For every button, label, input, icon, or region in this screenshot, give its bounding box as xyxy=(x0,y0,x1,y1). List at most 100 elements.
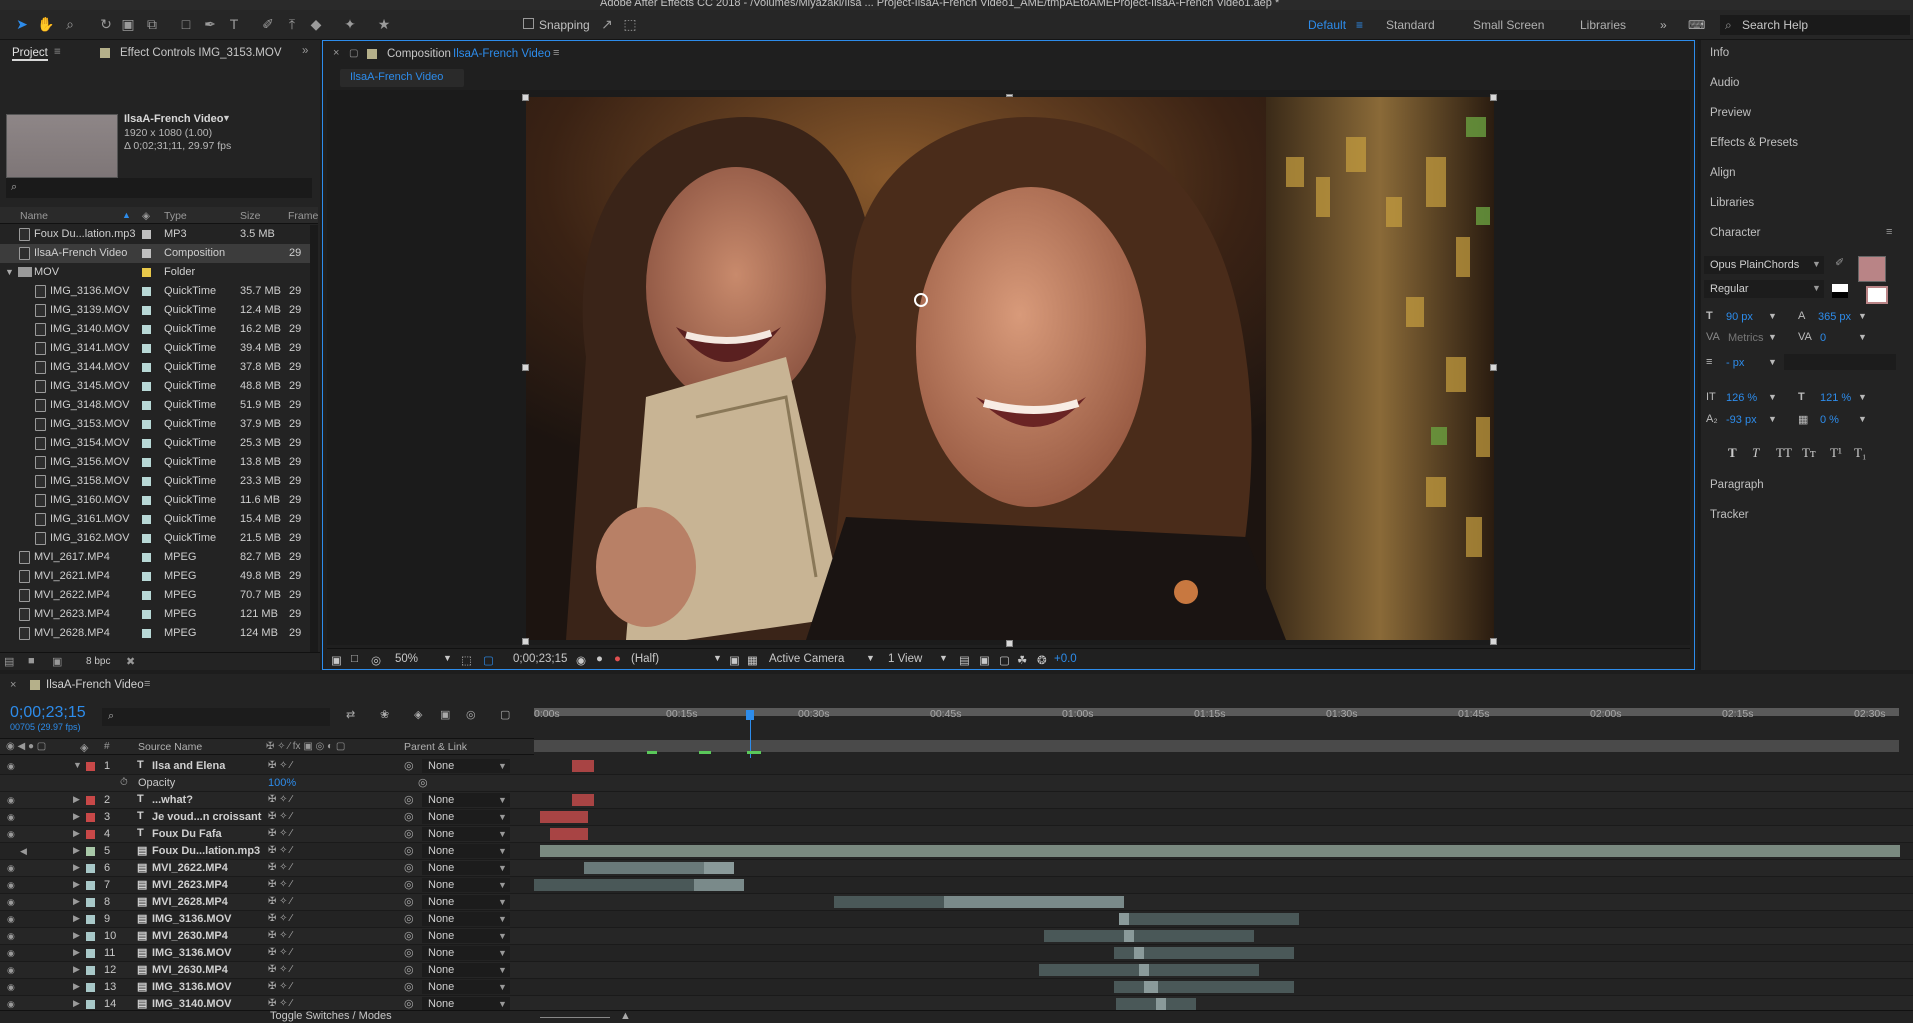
layer-row[interactable]: ◉ ▶ 8 ▤ MVI_2628.MP4 ✠ ✧ ∕ ◎ None ▼ xyxy=(0,894,1913,911)
video-frame[interactable] xyxy=(526,97,1494,640)
col-name[interactable]: Name xyxy=(20,210,48,222)
flowchart-icon[interactable]: ▣ xyxy=(979,653,990,667)
layer-source-name[interactable]: MVI_2623.MP4 xyxy=(152,879,228,891)
layer-switches[interactable]: ✠ ✧ ∕ xyxy=(268,998,292,1009)
layer-duration-bar[interactable] xyxy=(1114,981,1144,993)
opacity-property-row[interactable]: ⏱ Opacity 100% ◎ xyxy=(0,775,1913,792)
new-composition-icon[interactable]: ▣ xyxy=(52,655,62,668)
zoom-tool-icon[interactable]: ⌕ xyxy=(60,14,80,34)
layer-switches[interactable]: ✠ ✧ ∕ xyxy=(268,811,292,822)
visibility-eye-icon[interactable]: ◉ xyxy=(7,829,15,840)
chevron-down-icon[interactable]: ▼ xyxy=(1768,311,1777,321)
transform-handle-left[interactable] xyxy=(522,364,529,371)
close-icon[interactable]: × xyxy=(333,47,339,59)
vr-icon[interactable]: □ xyxy=(351,653,358,665)
chevron-down-icon[interactable]: ▼ xyxy=(498,880,507,890)
layer-switches[interactable]: ✠ ✧ ∕ xyxy=(268,760,292,771)
clone-stamp-tool-icon[interactable]: ⤒ xyxy=(282,14,302,34)
zoom-slider[interactable] xyxy=(540,1017,610,1018)
parent-select[interactable]: None xyxy=(422,844,510,858)
camera-select[interactable]: Active Camera xyxy=(769,653,844,665)
panel-effects-presets[interactable]: Effects & Presets xyxy=(1710,137,1798,149)
layer-switches[interactable]: ✠ ✧ ∕ xyxy=(268,930,292,941)
project-scrollbar[interactable] xyxy=(310,225,318,655)
transform-handle-bottom[interactable] xyxy=(1006,640,1013,647)
project-item-row[interactable]: IMG_3156.MOV QuickTime 13.8 MB 29 xyxy=(0,453,318,472)
expression-pickwhip-icon[interactable]: ◎ xyxy=(418,776,428,789)
transform-handle-tl[interactable] xyxy=(522,94,529,101)
pickwhip-icon[interactable]: ◎ xyxy=(404,844,414,857)
timeline-current-time[interactable]: 0;00;23;15 xyxy=(10,704,86,722)
breadcrumb[interactable]: IlsaA-French Video xyxy=(340,69,464,87)
label-color-swatch[interactable] xyxy=(142,287,151,296)
layer-source-name[interactable]: ...what? xyxy=(152,794,193,806)
selection-tool-icon[interactable]: ➤ xyxy=(12,14,32,34)
label-color-swatch[interactable] xyxy=(142,420,151,429)
chevron-down-icon[interactable]: ▼ xyxy=(1858,392,1867,402)
col-type[interactable]: Type xyxy=(164,210,187,222)
label-color-swatch[interactable] xyxy=(142,458,151,467)
brush-tool-icon[interactable]: ✐ xyxy=(258,14,278,34)
timeline-search-input[interactable]: ⌕ xyxy=(102,708,330,726)
project-item-row[interactable]: Foux Du...lation.mp3 MP3 3.5 MB xyxy=(0,225,318,244)
new-folder-icon[interactable]: ■ xyxy=(28,655,35,667)
layer-duration-bar[interactable] xyxy=(1166,998,1196,1010)
pickwhip-icon[interactable]: ◎ xyxy=(404,946,414,959)
visibility-eye-icon[interactable]: ◉ xyxy=(7,965,15,976)
label-color-swatch[interactable] xyxy=(142,610,151,619)
current-time-display[interactable]: 0;00;23;15 xyxy=(513,653,567,665)
parent-select[interactable]: None xyxy=(422,810,510,824)
pickwhip-icon[interactable]: ◎ xyxy=(404,963,414,976)
selected-item-name[interactable]: IlsaA-French Video xyxy=(124,113,223,125)
layer-source-name[interactable]: Foux Du Fafa xyxy=(152,828,222,840)
visibility-eye-icon[interactable]: ◉ xyxy=(7,931,15,942)
chevron-down-icon[interactable]: ▼ xyxy=(1768,414,1777,424)
render-icon[interactable]: ☘ xyxy=(1017,653,1027,667)
snap-options-icon[interactable]: ⬚ xyxy=(620,14,640,34)
motion-blur-icon[interactable]: ◎ xyxy=(466,708,476,721)
time-ruler[interactable]: 0:00s 00:15s 00:30s 00:45s 01:00s 01:15s 01:30… xyxy=(534,706,1899,736)
snap-icon[interactable]: ↗ xyxy=(597,14,617,34)
layer-duration-bar[interactable] xyxy=(1134,947,1144,959)
parent-select[interactable]: None xyxy=(422,895,510,909)
layer-label-swatch[interactable] xyxy=(86,830,95,839)
chevron-down-icon[interactable]: ▼ xyxy=(498,846,507,856)
layer-duration-bar[interactable] xyxy=(944,896,1124,908)
roto-brush-tool-icon[interactable]: ✦ xyxy=(340,14,360,34)
channel-icon[interactable]: ● xyxy=(614,653,621,665)
audio-speaker-icon[interactable]: ◀ xyxy=(20,846,27,857)
project-item-row[interactable]: MVI_2621.MP4 MPEG 49.8 MB 29 xyxy=(0,567,318,586)
parent-select[interactable]: None xyxy=(422,793,510,807)
interpret-footage-icon[interactable]: ▤ xyxy=(4,655,14,668)
layer-duration-bar[interactable] xyxy=(1129,913,1299,925)
panel-preview[interactable]: Preview xyxy=(1710,107,1751,119)
shy-icon[interactable]: ◈ xyxy=(414,708,422,721)
layer-duration-bar[interactable] xyxy=(1039,964,1139,976)
layer-row[interactable]: ◉ ▶ 4 T Foux Du Fafa ✠ ✧ ∕ ◎ None ▼ xyxy=(0,826,1913,843)
chevron-down-icon[interactable]: ▼ xyxy=(1858,414,1867,424)
chevron-right-icon[interactable]: ▶ xyxy=(73,998,80,1009)
layer-switches[interactable]: ✠ ✧ ∕ xyxy=(268,981,292,992)
layer-source-name[interactable]: Je voud...n croissant xyxy=(152,811,261,823)
workspace-standard[interactable]: Standard xyxy=(1386,18,1435,32)
rectangle-tool-icon[interactable]: □ xyxy=(176,14,196,34)
layer-source-name[interactable]: Ilsa and Elena xyxy=(152,760,225,772)
font-family-select[interactable]: Opus PlainChords ▼ xyxy=(1704,256,1824,274)
parent-select[interactable]: None xyxy=(422,861,510,875)
layer-switches[interactable]: ✠ ✧ ∕ xyxy=(268,794,292,805)
sort-icon[interactable]: ▲ xyxy=(122,210,131,220)
label-color-swatch[interactable] xyxy=(142,591,151,600)
layer-switches[interactable]: ✠ ✧ ∕ xyxy=(268,828,292,839)
parent-header[interactable]: Parent & Link xyxy=(404,741,467,753)
comp-mini-flowchart-icon[interactable]: ⇄ xyxy=(346,708,355,721)
layer-source-name[interactable]: MVI_2622.MP4 xyxy=(152,862,228,874)
panel-libraries[interactable]: Libraries xyxy=(1710,197,1754,209)
project-item-row[interactable]: MVI_2628.MP4 MPEG 124 MB 29 xyxy=(0,624,318,643)
vertical-scale-value[interactable]: 126 % xyxy=(1726,392,1757,404)
transparency-grid-icon[interactable]: ▦ xyxy=(747,653,758,667)
visibility-eye-icon[interactable]: ◉ xyxy=(7,812,15,823)
draft-3d-icon[interactable]: ❀ xyxy=(380,708,389,721)
parent-select[interactable]: None xyxy=(422,878,510,892)
label-color-swatch[interactable] xyxy=(142,249,151,258)
layer-row[interactable]: ◉ ▶ 12 ▤ MVI_2630.MP4 ✠ ✧ ∕ ◎ None ▼ xyxy=(0,962,1913,979)
